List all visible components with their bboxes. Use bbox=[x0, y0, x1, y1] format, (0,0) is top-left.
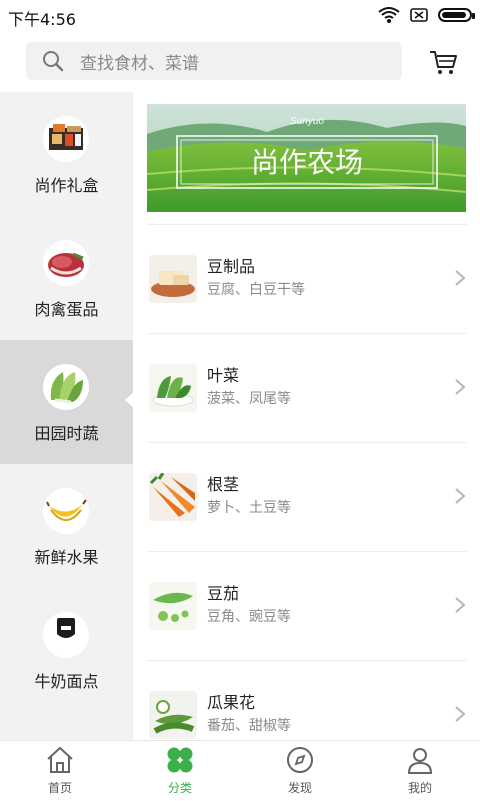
milk-image bbox=[43, 612, 89, 658]
tab-category[interactable]: 分类 bbox=[120, 741, 240, 801]
compass-icon bbox=[287, 747, 313, 773]
category-row-beans[interactable]: 豆茄 豆角、豌豆等 bbox=[147, 551, 467, 661]
category-subtitle: 豆腐、白豆干等 bbox=[207, 282, 305, 298]
tab-label: 发现 bbox=[287, 781, 312, 795]
banana-image bbox=[43, 488, 89, 534]
gift-box-image bbox=[43, 116, 89, 162]
meat-image bbox=[43, 240, 89, 286]
tab-label: 首页 bbox=[47, 781, 72, 795]
category-subtitle: 番茄、甜椒等 bbox=[207, 718, 291, 734]
home-icon bbox=[47, 746, 73, 773]
carrot-image bbox=[149, 473, 197, 521]
sidebar-item-label: 新鲜水果 bbox=[34, 548, 99, 567]
category-subtitle: 豆角、豌豆等 bbox=[207, 609, 291, 625]
sim-off-icon bbox=[410, 8, 428, 22]
sidebar-item-label: 牛奶面点 bbox=[34, 672, 99, 691]
sidebar-item-vegetables[interactable]: 田园时蔬 bbox=[0, 340, 134, 464]
status-bar: 下午4:56 bbox=[0, 0, 480, 32]
tofu-image bbox=[149, 255, 197, 303]
sidebar-item-label: 尚作礼盒 bbox=[34, 176, 99, 195]
sidebar-item-label: 田园时蔬 bbox=[34, 424, 99, 443]
banner-title: 尚作农场 bbox=[251, 146, 363, 179]
wifi-icon bbox=[378, 7, 400, 23]
cart-icon[interactable] bbox=[428, 48, 458, 78]
category-title: 瓜果花 bbox=[207, 693, 256, 712]
search-icon bbox=[43, 51, 64, 72]
bottom-tab-bar: 首页 分类 发现 我的 bbox=[0, 740, 480, 801]
category-sidebar: 尚作礼盒 肉禽蛋品 田园时蔬 新鲜水果 牛奶面点 bbox=[0, 92, 134, 740]
farm-banner[interactable]: Sunyuo 尚作农场 bbox=[147, 104, 466, 212]
okra-image bbox=[149, 691, 197, 739]
category-subtitle: 萝卜、土豆等 bbox=[207, 500, 291, 516]
tab-label: 分类 bbox=[167, 781, 192, 795]
category-icon bbox=[167, 747, 193, 773]
category-title: 根茎 bbox=[207, 475, 240, 494]
tab-home[interactable]: 首页 bbox=[0, 741, 120, 801]
chevron-right-icon bbox=[455, 270, 466, 286]
tab-discover[interactable]: 发现 bbox=[240, 741, 360, 801]
chevron-right-icon bbox=[455, 597, 466, 613]
user-icon bbox=[407, 748, 433, 774]
sidebar-item-milk[interactable]: 牛奶面点 bbox=[0, 588, 133, 712]
chevron-right-icon bbox=[455, 379, 466, 395]
vegetable-image bbox=[43, 364, 89, 410]
search-placeholder: 查找食材、菜谱 bbox=[80, 53, 199, 74]
category-subtitle: 菠菜、凤尾等 bbox=[207, 391, 291, 407]
category-row-melon-fruit[interactable]: 瓜果花 番茄、甜椒等 bbox=[147, 660, 467, 740]
header: 查找食材、菜谱 bbox=[0, 32, 480, 92]
chevron-right-icon bbox=[455, 488, 466, 504]
sidebar-item-gift-box[interactable]: 尚作礼盒 bbox=[0, 92, 133, 216]
tab-label: 我的 bbox=[407, 781, 432, 795]
status-icons bbox=[378, 6, 475, 24]
category-row-root[interactable]: 根茎 萝卜、土豆等 bbox=[147, 442, 467, 552]
category-row-leafy[interactable]: 叶菜 菠菜、凤尾等 bbox=[147, 333, 467, 443]
category-title: 叶菜 bbox=[207, 366, 240, 385]
sidebar-item-fruit[interactable]: 新鲜水果 bbox=[0, 464, 133, 588]
chevron-right-icon bbox=[455, 706, 466, 722]
sidebar-item-label: 肉禽蛋品 bbox=[34, 300, 99, 319]
battery-icon bbox=[438, 8, 475, 22]
category-content: Sunyuo 尚作农场 豆制品 豆腐、白豆干等 叶菜 菠菜、凤尾等 根茎 萝卜、… bbox=[133, 92, 480, 740]
leafy-greens-image bbox=[149, 364, 197, 412]
banner-brand: Sunyuo bbox=[290, 116, 324, 127]
search-bar[interactable]: 查找食材、菜谱 bbox=[26, 42, 402, 80]
tab-mine[interactable]: 我的 bbox=[360, 741, 480, 801]
pea-image bbox=[149, 582, 197, 630]
category-title: 豆制品 bbox=[207, 257, 256, 276]
status-time: 下午4:56 bbox=[8, 10, 76, 29]
category-title: 豆茄 bbox=[207, 584, 240, 603]
category-row-tofu[interactable]: 豆制品 豆腐、白豆干等 bbox=[147, 224, 467, 334]
sidebar-item-meat[interactable]: 肉禽蛋品 bbox=[0, 216, 133, 340]
